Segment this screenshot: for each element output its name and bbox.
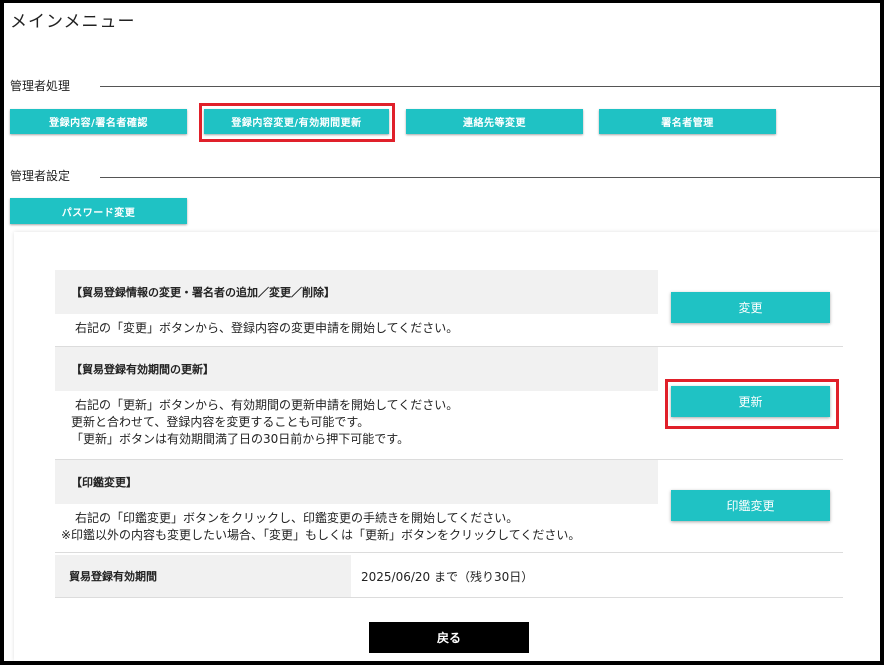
renew-section-heading: 【貿易登録有効期間の更新】	[55, 347, 658, 391]
password-change-button[interactable]: パスワード変更	[10, 198, 187, 224]
back-button[interactable]: 戻る	[369, 622, 529, 653]
main-menu-window: メインメニュー 管理者処理 登録内容/署名者確認 登録内容変更/有効期間更新 連…	[4, 3, 880, 661]
contact-change-button[interactable]: 連絡先等変更	[406, 109, 583, 134]
seal-change-button[interactable]: 印鑑変更	[671, 490, 830, 521]
renew-section-line: 「更新」ボタンは有効期間満了日の30日前から押下可能です。	[71, 432, 410, 446]
change-section-heading: 【貿易登録情報の変更・署名者の追加／変更／削除】	[55, 270, 658, 314]
admin-processing-divider	[100, 86, 880, 87]
admin-settings-label: 管理者設定	[10, 169, 71, 183]
admin-settings-divider	[100, 177, 880, 178]
section-divider	[55, 597, 843, 598]
validity-label: 貿易登録有効期間	[55, 555, 351, 597]
section-divider	[55, 552, 843, 553]
change-button[interactable]: 変更	[671, 292, 830, 323]
seal-section-heading: 【印鑑変更】	[55, 460, 658, 504]
page-title: メインメニュー	[10, 12, 136, 32]
highlight-box	[199, 103, 395, 142]
validity-value: 2025/06/20 まで（残り30日）	[361, 569, 534, 584]
registration-confirm-button[interactable]: 登録内容/署名者確認	[10, 109, 187, 134]
admin-processing-label: 管理者処理	[10, 79, 71, 93]
signer-management-button[interactable]: 署名者管理	[599, 109, 776, 134]
seal-section-line: ※印鑑以外の内容も変更したい場合、「変更」もしくは「更新」ボタンをクリックしてく…	[61, 528, 581, 542]
highlight-box	[665, 379, 839, 429]
